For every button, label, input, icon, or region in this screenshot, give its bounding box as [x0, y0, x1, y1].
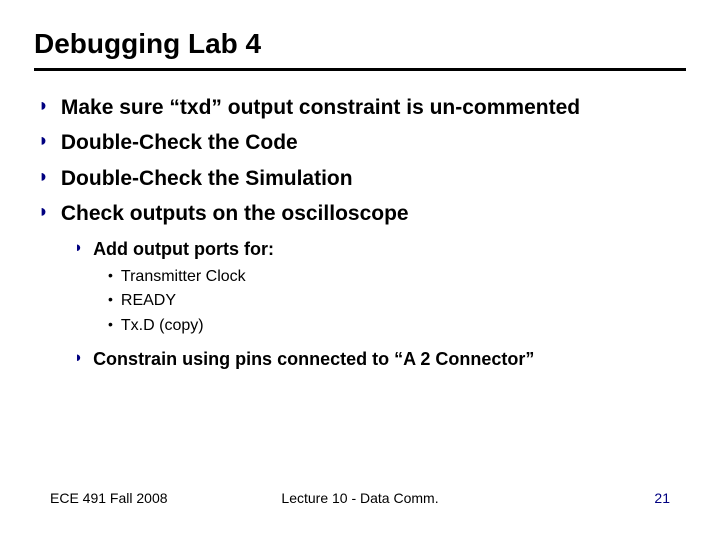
- arrow-icon: ◗: [74, 347, 83, 368]
- footer-center: Lecture 10 - Data Comm.: [281, 490, 438, 506]
- page-number: 21: [654, 490, 670, 506]
- bullet-text: Double-Check the Simulation: [61, 164, 353, 193]
- subsub-text: Transmitter Clock: [121, 266, 246, 288]
- main-bullet-list: ◗ Make sure “txd” output constraint is u…: [38, 93, 686, 229]
- list-item: • READY: [108, 290, 686, 312]
- subsub-bullet-list: • Transmitter Clock • READY • Tx.D (copy…: [108, 266, 686, 337]
- sub-text: Constrain using pins connected to “A 2 C…: [93, 347, 534, 372]
- bullet-text: Check outputs on the oscilloscope: [61, 199, 409, 228]
- dot-icon: •: [108, 315, 113, 335]
- list-item: ◗ Add output ports for:: [74, 237, 686, 262]
- arrow-icon: ◗: [38, 128, 49, 153]
- list-item: ◗ Check outputs on the oscilloscope: [38, 199, 686, 228]
- slide-footer: ECE 491 Fall 2008 Lecture 10 - Data Comm…: [0, 490, 720, 506]
- list-item: ◗ Double-Check the Simulation: [38, 164, 686, 193]
- list-item: ◗ Double-Check the Code: [38, 128, 686, 157]
- bullet-text: Double-Check the Code: [61, 128, 298, 157]
- dot-icon: •: [108, 266, 113, 286]
- sub-bullet-list: ◗ Constrain using pins connected to “A 2…: [74, 347, 686, 372]
- list-item: ◗ Make sure “txd” output constraint is u…: [38, 93, 686, 122]
- arrow-icon: ◗: [74, 237, 83, 258]
- slide-content: Debugging Lab 4 ◗ Make sure “txd” output…: [0, 0, 720, 372]
- arrow-icon: ◗: [38, 199, 49, 224]
- slide-title: Debugging Lab 4: [34, 28, 686, 60]
- list-item: • Transmitter Clock: [108, 266, 686, 288]
- dot-icon: •: [108, 290, 113, 310]
- list-item: ◗ Constrain using pins connected to “A 2…: [74, 347, 686, 372]
- title-underline: [34, 68, 686, 71]
- arrow-icon: ◗: [38, 93, 49, 118]
- footer-left: ECE 491 Fall 2008: [50, 490, 168, 506]
- subsub-text: Tx.D (copy): [121, 315, 204, 337]
- sub-bullet-list: ◗ Add output ports for:: [74, 237, 686, 262]
- list-item: • Tx.D (copy): [108, 315, 686, 337]
- arrow-icon: ◗: [38, 164, 49, 189]
- bullet-text: Make sure “txd” output constraint is un-…: [61, 93, 580, 122]
- subsub-text: READY: [121, 290, 176, 312]
- sub-text: Add output ports for:: [93, 237, 274, 262]
